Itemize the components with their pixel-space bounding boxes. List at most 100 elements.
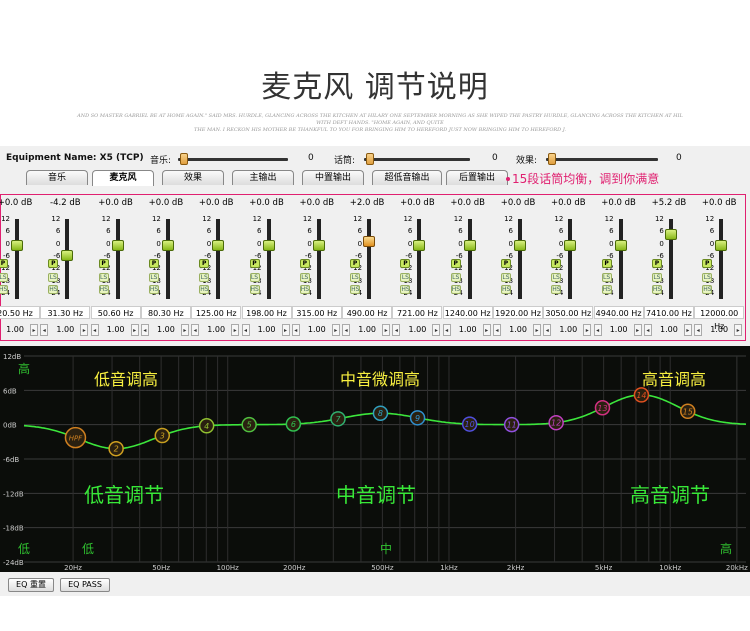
- tab-main-output[interactable]: 主输出: [232, 170, 294, 185]
- q-decrease-button[interactable]: ◂: [40, 324, 49, 336]
- tab-rear-output[interactable]: 后置输出: [446, 170, 508, 185]
- peak-button[interactable]: P: [0, 259, 8, 268]
- band-frequency-field[interactable]: 31.30 Hz: [40, 306, 91, 319]
- q-increase-button[interactable]: ▸: [281, 324, 290, 336]
- high-shelf-button[interactable]: HS: [98, 285, 109, 294]
- q-decrease-button[interactable]: ◂: [342, 324, 351, 336]
- eq-band-node[interactable]: 4: [198, 418, 215, 434]
- music-volume-knob[interactable]: [180, 153, 188, 165]
- band-frequency-field[interactable]: 12000.00 Hz: [694, 306, 745, 331]
- band-slider-track[interactable]: [15, 219, 19, 299]
- low-shelf-button[interactable]: LS: [702, 273, 713, 282]
- band-slider-knob[interactable]: [363, 235, 376, 247]
- peak-button[interactable]: P: [450, 259, 461, 268]
- eq-band-node[interactable]: 11: [503, 416, 520, 433]
- q-increase-button[interactable]: ▸: [432, 324, 441, 336]
- q-increase-button[interactable]: ▸: [180, 324, 189, 336]
- band-slider-knob[interactable]: [564, 240, 577, 252]
- band-slider-knob[interactable]: [61, 249, 74, 261]
- eq-band-node[interactable]: 7: [330, 411, 346, 427]
- eq-band-node[interactable]: 10: [461, 416, 478, 432]
- band-slider-track[interactable]: [467, 219, 472, 299]
- low-shelf-button[interactable]: LS: [48, 273, 59, 282]
- band-gain-value[interactable]: +0.0 dB: [496, 197, 540, 210]
- band-gain-value[interactable]: +5.2 dB: [647, 197, 691, 210]
- low-shelf-button[interactable]: LS: [651, 273, 662, 282]
- low-shelf-button[interactable]: LS: [400, 273, 411, 282]
- band-slider-track[interactable]: [568, 219, 573, 299]
- band-frequency-field[interactable]: 1240.00 Hz: [442, 306, 493, 319]
- low-shelf-button[interactable]: LS: [0, 273, 8, 282]
- high-shelf-button[interactable]: HS: [551, 285, 562, 294]
- q-decrease-button[interactable]: ◂: [442, 324, 451, 336]
- tab-microphone[interactable]: 麦克风: [92, 170, 154, 186]
- high-shelf-button[interactable]: HS: [601, 285, 612, 294]
- q-value[interactable]: 1.00: [402, 324, 432, 336]
- q-increase-button[interactable]: ▸: [583, 324, 592, 336]
- band-gain-value[interactable]: +0.0 dB: [245, 197, 289, 210]
- eq-band-node[interactable]: 15: [680, 403, 696, 420]
- high-shelf-button[interactable]: HS: [148, 285, 159, 294]
- q-decrease-button[interactable]: ◂: [392, 324, 401, 336]
- peak-button[interactable]: P: [350, 259, 361, 268]
- band-frequency-field[interactable]: 490.00 Hz: [342, 306, 393, 319]
- peak-button[interactable]: P: [501, 259, 511, 268]
- high-shelf-button[interactable]: HS: [450, 285, 461, 294]
- high-shelf-button[interactable]: HS: [651, 285, 662, 294]
- q-value[interactable]: 1.00: [201, 324, 231, 336]
- q-value[interactable]: 1.00: [654, 324, 684, 336]
- q-increase-button[interactable]: ▸: [130, 324, 139, 336]
- high-shelf-button[interactable]: HS: [249, 285, 260, 294]
- band-gain-value[interactable]: +0.0 dB: [597, 197, 641, 210]
- eq-band-node[interactable]: 8: [372, 405, 389, 421]
- band-slider-track[interactable]: [316, 219, 321, 299]
- band-slider-track[interactable]: [115, 219, 120, 299]
- q-value[interactable]: 1.00: [302, 324, 332, 336]
- peak-button[interactable]: P: [48, 259, 59, 268]
- q-value[interactable]: 1.00: [604, 324, 634, 336]
- q-increase-button[interactable]: ▸: [382, 324, 391, 336]
- talk-volume-knob[interactable]: [366, 153, 374, 165]
- tab-subwoofer-output[interactable]: 超低音输出: [372, 170, 442, 185]
- q-value[interactable]: 1.00: [453, 324, 483, 336]
- effect-volume-slider[interactable]: [546, 158, 658, 161]
- band-frequency-field[interactable]: 198.00 Hz: [241, 306, 292, 319]
- tab-music[interactable]: 音乐: [26, 170, 88, 185]
- eq-band-node[interactable]: 3: [154, 427, 171, 444]
- q-increase-button[interactable]: ▸: [633, 324, 642, 336]
- q-increase-button[interactable]: ▸: [30, 324, 38, 336]
- q-decrease-button[interactable]: ◂: [493, 324, 501, 336]
- low-shelf-button[interactable]: LS: [450, 273, 461, 282]
- eq-band-node[interactable]: 6: [285, 416, 302, 432]
- band-gain-value[interactable]: +0.0 dB: [94, 197, 138, 210]
- peak-button[interactable]: P: [551, 259, 562, 268]
- low-shelf-button[interactable]: LS: [199, 273, 210, 282]
- band-slider-knob[interactable]: [664, 228, 677, 240]
- eq-band-node[interactable]: 14: [633, 387, 650, 403]
- q-increase-button[interactable]: ▸: [533, 324, 541, 336]
- peak-button[interactable]: P: [601, 259, 612, 268]
- q-decrease-button[interactable]: ◂: [191, 324, 200, 336]
- low-shelf-button[interactable]: LS: [299, 273, 310, 282]
- low-shelf-button[interactable]: LS: [501, 273, 511, 282]
- q-increase-button[interactable]: ▸: [734, 324, 743, 336]
- high-shelf-button[interactable]: HS: [501, 285, 511, 294]
- high-shelf-button[interactable]: HS: [299, 285, 310, 294]
- peak-button[interactable]: P: [299, 259, 310, 268]
- q-decrease-button[interactable]: ◂: [90, 324, 99, 336]
- eq-band-node[interactable]: 2: [108, 440, 124, 457]
- band-slider-knob[interactable]: [312, 240, 325, 252]
- high-shelf-button[interactable]: HS: [199, 285, 210, 294]
- q-value[interactable]: 1.00: [352, 324, 382, 336]
- band-slider-knob[interactable]: [262, 240, 275, 252]
- q-increase-button[interactable]: ▸: [331, 324, 340, 336]
- peak-button[interactable]: P: [702, 259, 713, 268]
- band-frequency-field[interactable]: 4940.00 Hz: [593, 306, 644, 319]
- q-decrease-button[interactable]: ◂: [593, 324, 602, 336]
- band-gain-value[interactable]: +0.0 dB: [446, 197, 490, 210]
- band-gain-value[interactable]: +0.0 dB: [144, 197, 188, 210]
- band-slider-knob[interactable]: [614, 240, 627, 252]
- music-volume-slider[interactable]: [178, 158, 288, 161]
- eq-reset-button[interactable]: EQ 重置: [8, 578, 54, 592]
- low-shelf-button[interactable]: LS: [148, 273, 159, 282]
